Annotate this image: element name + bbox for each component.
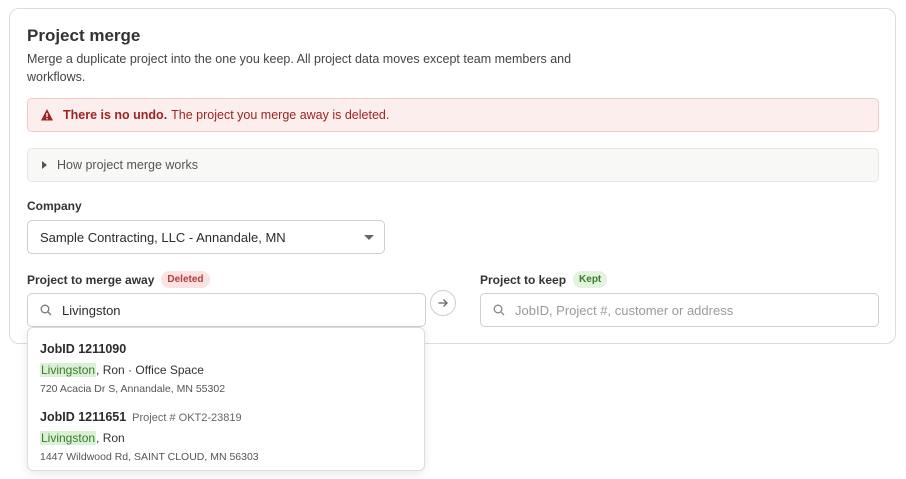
arrow-right-icon <box>438 299 448 307</box>
how-merge-works-toggle[interactable]: How project merge works <box>27 148 879 182</box>
result-address: 1447 Wildwood Rd, SAINT CLOUD, MN 56303 <box>40 451 259 463</box>
details-label: How project merge works <box>57 158 199 172</box>
merge-away-label-text: Project to merge away <box>27 272 155 287</box>
result-rest: , Ron <box>96 431 125 445</box>
result-rest: , Ron · Office Space <box>96 363 204 377</box>
keep-search-placeholder: JobID, Project #, customer or address <box>515 302 734 318</box>
result-address: 720 Acacia Dr S, Annandale, MN 55302 <box>40 383 226 395</box>
company-select-value: Sample Contracting, LLC - Annandale, MN <box>40 229 286 245</box>
result-customer: Livingston, Ron · Office Space <box>40 363 225 377</box>
disclosure-triangle-icon <box>42 161 47 169</box>
no-undo-alert: There is no undo. The project you merge … <box>27 98 879 132</box>
company-label: Company <box>27 199 82 213</box>
alert-text: The project you merge away is deleted. <box>171 108 390 122</box>
kept-badge: Kept <box>573 271 608 288</box>
keep-label: Project to keep Kept <box>480 271 608 288</box>
search-result-item[interactable]: JobID 1211090 Livingston, Ron · Office S… <box>40 340 225 395</box>
merge-away-search-value: Livingston <box>62 302 121 318</box>
result-job-id: JobID 1211651 <box>40 410 127 424</box>
merge-away-label: Project to merge away Deleted <box>27 271 210 288</box>
alert-strong: There is no undo. <box>63 108 168 122</box>
result-project-number: Project # OKT2-23819 <box>132 412 242 424</box>
company-select[interactable]: Sample Contracting, LLC - Annandale, MN <box>27 220 385 254</box>
result-customer: Livingston, Ron <box>40 431 259 445</box>
search-icon <box>493 304 505 316</box>
keep-search-input[interactable]: JobID, Project #, customer or address <box>480 293 879 327</box>
search-result-item[interactable]: JobID 1211651 Project # OKT2-23819 Living… <box>40 408 259 463</box>
page-description: Merge a duplicate project into the one y… <box>27 52 572 84</box>
keep-label-text: Project to keep <box>480 272 567 287</box>
merge-away-search-input[interactable]: Livingston <box>27 293 426 327</box>
result-job-id: JobID 1211090 <box>40 342 127 356</box>
page-title: Project merge <box>27 26 141 45</box>
merge-direction-button[interactable] <box>430 290 456 316</box>
deleted-badge: Deleted <box>161 271 210 288</box>
warning-icon <box>41 109 53 121</box>
search-results-dropdown: JobID 1211090 Livingston, Ron · Office S… <box>27 327 425 471</box>
result-highlight: Livingston <box>40 431 97 445</box>
search-icon <box>40 304 52 316</box>
chevron-down-icon <box>364 235 374 240</box>
result-highlight: Livingston <box>40 363 97 377</box>
